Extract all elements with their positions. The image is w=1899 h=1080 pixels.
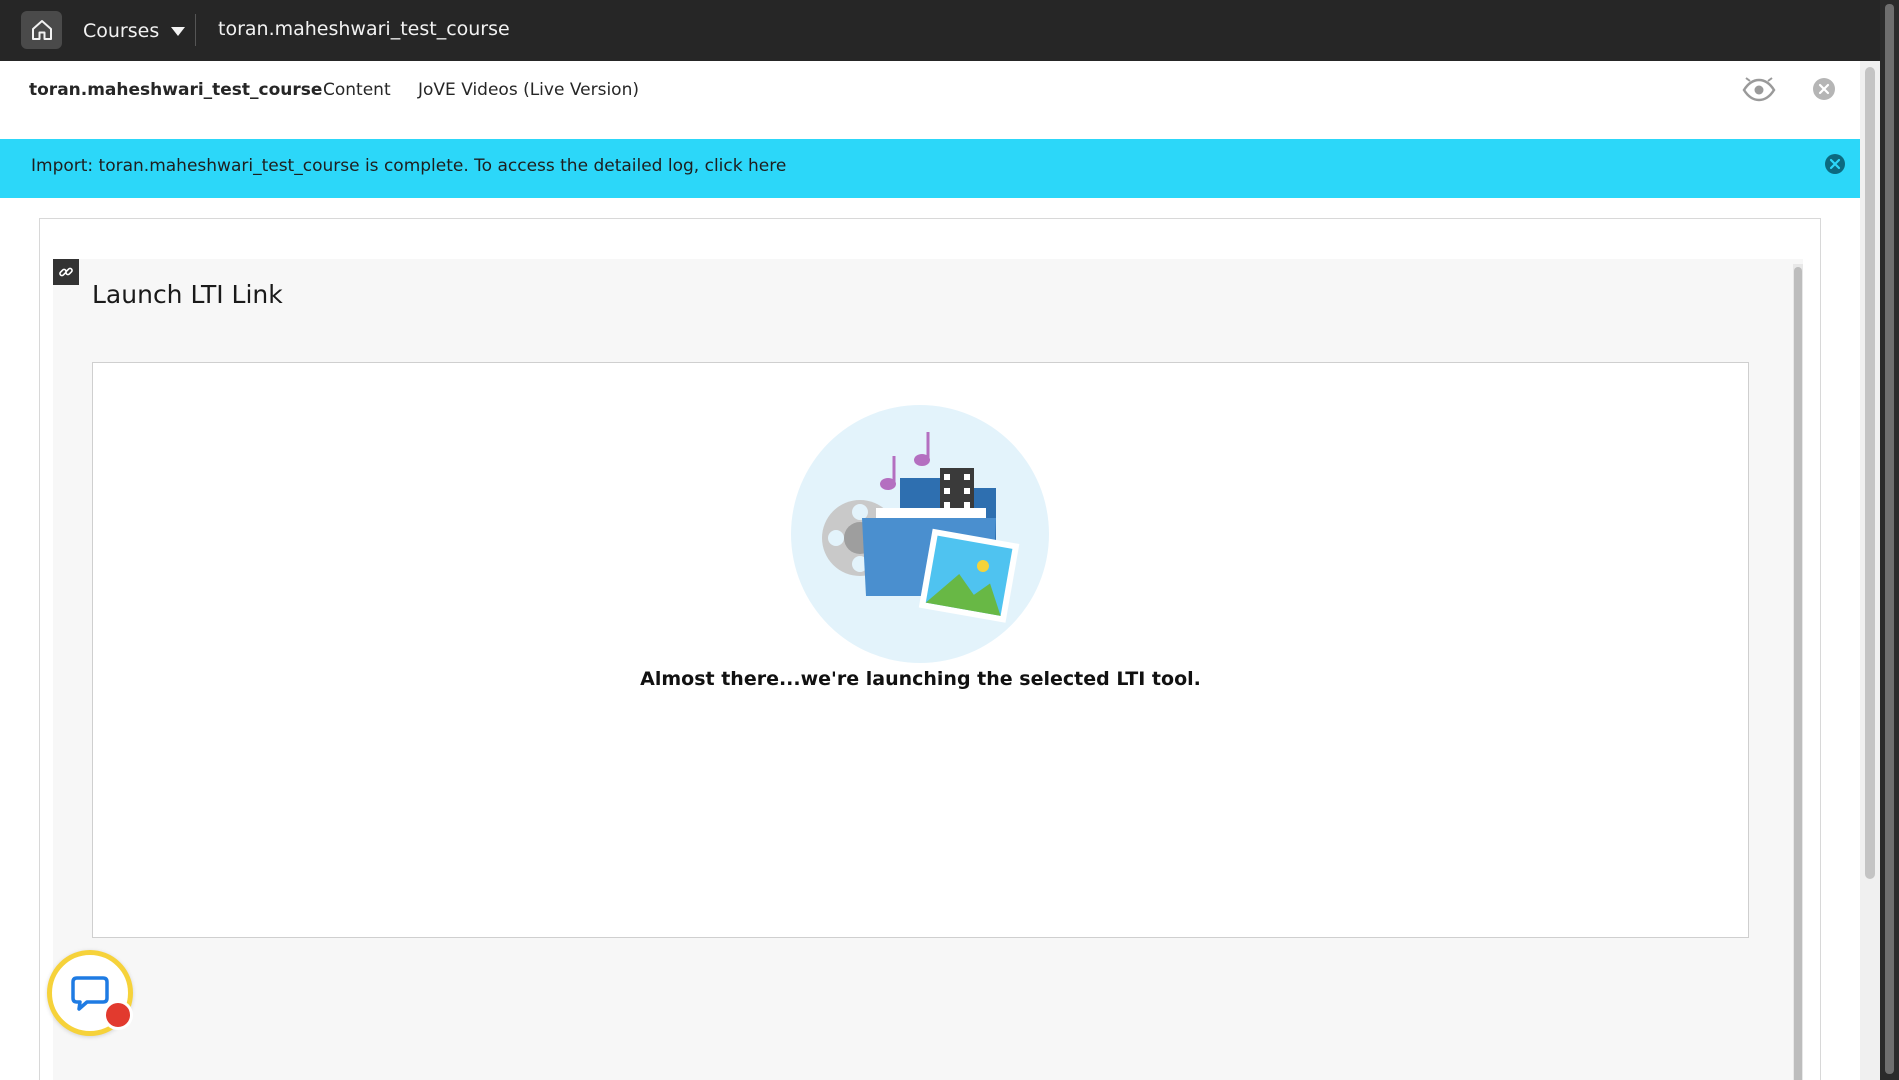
panel-scrollbar[interactable] [1793, 264, 1803, 1080]
window-scrollbar[interactable] [1880, 0, 1899, 1080]
nav-link-jove-videos[interactable]: JoVE Videos (Live Version) [418, 80, 639, 100]
import-banner: Import: toran.maheshwari_test_course is … [0, 139, 1860, 198]
home-icon [31, 20, 52, 40]
lti-launch-status: Almost there...we're launching the selec… [640, 668, 1201, 690]
panel-scrollbar-thumb[interactable] [1794, 267, 1802, 1080]
breadcrumb-course[interactable]: toran.maheshwari_test_course [218, 18, 510, 40]
close-circle-icon[interactable] [1824, 153, 1846, 175]
courses-menu-label: Courses [83, 20, 160, 42]
topbar-divider [195, 14, 196, 46]
close-icon[interactable] [1812, 77, 1836, 101]
link-icon [59, 267, 73, 277]
course-title[interactable]: toran.maheshwari_test_course [29, 80, 322, 100]
import-banner-message[interactable]: Import: toran.maheshwari_test_course is … [31, 156, 786, 176]
home-button[interactable] [21, 11, 62, 49]
top-bar: Courses toran.maheshwari_test_course [0, 0, 1880, 61]
media-folder-illustration [791, 405, 1049, 663]
content-item-title: Launch LTI Link [92, 280, 283, 309]
nav-link-content[interactable]: Content [323, 80, 391, 100]
page-scrollbar[interactable] [1860, 61, 1880, 1080]
window-scrollbar-thumb[interactable] [1885, 4, 1894, 1074]
content-type-badge [53, 259, 79, 285]
caret-down-icon [171, 26, 186, 36]
course-nav: toran.maheshwari_test_course Content JoV… [0, 61, 1860, 139]
courses-menu[interactable]: Courses [83, 17, 186, 45]
page-scrollbar-thumb[interactable] [1865, 67, 1875, 879]
chat-notification-badge [103, 1000, 133, 1030]
eye-icon[interactable] [1742, 77, 1776, 103]
